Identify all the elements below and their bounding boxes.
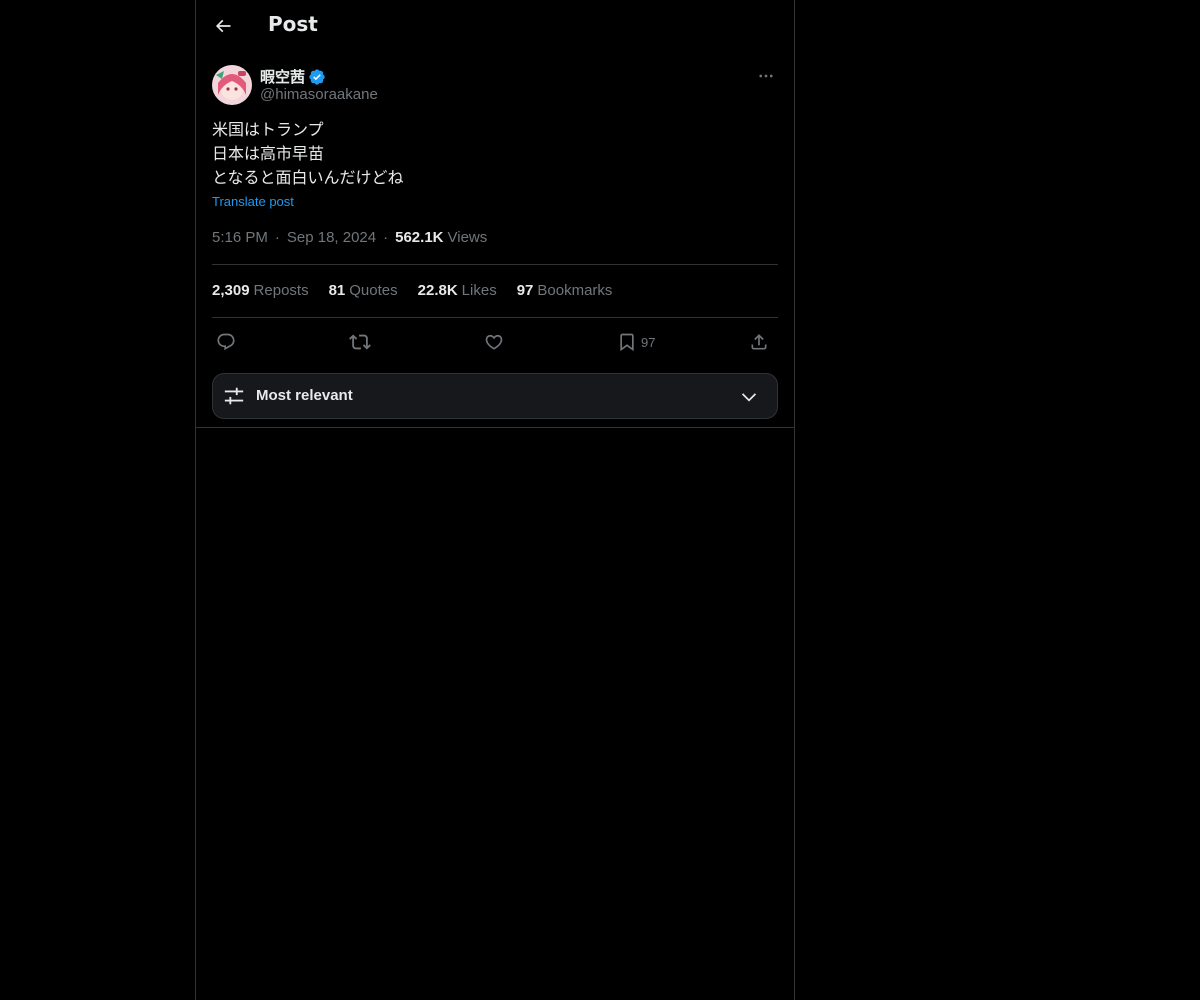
reply-button[interactable] xyxy=(216,328,236,356)
bookmarks-label: Bookmarks xyxy=(537,282,613,299)
views-label: Views xyxy=(447,229,488,246)
quotes-stat[interactable]: 81 Quotes xyxy=(329,282,398,302)
divider xyxy=(212,264,778,265)
reply-sort-dropdown[interactable]: Most relevant xyxy=(212,373,778,419)
post-meta: 5:16 PM · Sep 18, 2024 · 562.1K Views xyxy=(212,229,487,246)
likes-label: Likes xyxy=(461,282,497,299)
arrow-left-icon xyxy=(215,19,231,33)
heart-icon xyxy=(485,334,503,350)
reposts-stat[interactable]: 2,309 Reposts xyxy=(212,282,309,302)
meta-separator: · xyxy=(274,229,280,246)
views-count: 562.1K xyxy=(395,229,444,246)
bookmark-count: 97 xyxy=(641,334,656,350)
reposts-count: 2,309 xyxy=(212,282,250,299)
post-line: 米国はトランプ xyxy=(212,120,324,139)
repost-button[interactable] xyxy=(349,328,371,356)
quotes-label: Quotes xyxy=(349,282,398,299)
author-display-name[interactable]: 暇空茜 xyxy=(260,66,326,87)
verified-badge-icon xyxy=(309,68,325,85)
author-name-text: 暇空茜 xyxy=(260,68,306,86)
bookmarks-count: 97 xyxy=(516,282,534,299)
page-header: Post xyxy=(196,0,794,54)
more-options-button[interactable] xyxy=(754,64,778,88)
author-handle[interactable]: @himasoraakane xyxy=(260,86,378,103)
meta-separator: · xyxy=(383,229,389,246)
translate-post-link[interactable]: Translate post xyxy=(212,194,294,209)
author-row: 暇空茜 @himasoraakane xyxy=(212,64,778,108)
avatar[interactable] xyxy=(212,65,252,105)
more-horizontal-icon xyxy=(759,74,773,78)
post-line: となると面白いんだけどね xyxy=(212,168,404,187)
back-button[interactable] xyxy=(206,9,240,43)
reply-icon xyxy=(217,333,235,351)
action-bar: 97 xyxy=(212,328,778,356)
share-icon xyxy=(751,334,767,350)
page-title: Post xyxy=(268,12,318,36)
sort-label: Most relevant xyxy=(256,387,353,404)
divider xyxy=(212,317,778,318)
section-divider xyxy=(196,427,794,428)
post-line: 日本は高市早苗 xyxy=(212,144,325,163)
post-text: 米国はトランプ 日本は高市早苗 となると面白いんだけどね xyxy=(212,118,778,190)
bookmarks-stat[interactable]: 97 Bookmarks xyxy=(517,282,613,302)
post-stats: 2,309 Reposts 81 Quotes 22.8K Likes 97 Bookm… xyxy=(212,282,612,302)
chevron-down-icon xyxy=(741,393,757,402)
repost-icon xyxy=(349,334,371,350)
share-button[interactable] xyxy=(749,328,769,356)
bookmark-icon xyxy=(620,333,634,352)
likes-stat[interactable]: 22.8K Likes xyxy=(418,282,497,302)
quotes-count: 81 xyxy=(328,282,346,299)
post-column: Post 暇空茜 @himasoraakane 米国はトランプ 日本は高市早苗 … xyxy=(195,0,795,1000)
like-button[interactable] xyxy=(484,328,504,356)
post-date[interactable]: Sep 18, 2024 xyxy=(287,229,376,246)
post-time[interactable]: 5:16 PM xyxy=(212,229,268,246)
bookmark-button[interactable]: 97 xyxy=(617,328,655,356)
sliders-icon xyxy=(224,387,244,405)
reposts-label: Reposts xyxy=(253,282,309,299)
likes-count: 22.8K xyxy=(417,282,458,299)
